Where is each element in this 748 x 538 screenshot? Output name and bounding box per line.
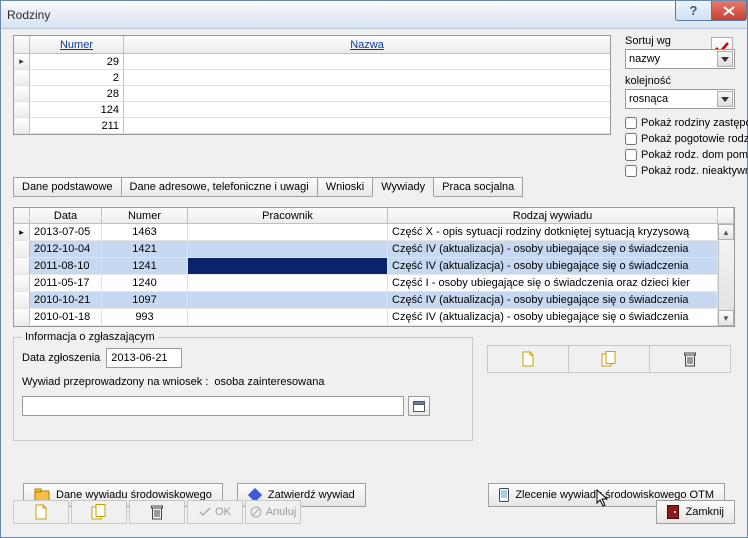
check-nieaktywne[interactable]: Pokaż rodz. nieaktywne xyxy=(625,163,735,179)
copy-icon xyxy=(91,504,107,520)
data-zgloszenia-label: Data zgłoszenia xyxy=(22,352,100,364)
zamknij-button[interactable]: Zamknij xyxy=(656,500,735,524)
table-row[interactable]: 2011-08-101241Część IV (aktualizacja) - … xyxy=(14,258,718,275)
tab-praca-socjalna[interactable]: Praca socjalna xyxy=(433,177,523,197)
table-row[interactable]: 2010-01-18993Część IV (aktualizacja) - o… xyxy=(14,309,718,326)
col-pracownik[interactable]: Pracownik xyxy=(188,208,388,223)
delete-record-button[interactable] xyxy=(650,346,730,372)
copy-record-button[interactable] xyxy=(569,346,650,372)
table-row[interactable]: 2012-10-041421Część IV (aktualizacja) - … xyxy=(14,241,718,258)
close-button[interactable] xyxy=(711,1,747,21)
cell-nazwa[interactable] xyxy=(124,54,610,69)
families-grid[interactable]: Numer Nazwa ▸29 2 28 124 211 xyxy=(13,35,611,135)
tab-wywiady[interactable]: Wywiady xyxy=(372,177,434,197)
window: Rodziny ? Numer Nazwa ▸29 2 28 124 211 S xyxy=(0,0,748,538)
col-nazwa[interactable]: Nazwa xyxy=(124,36,610,53)
cell-numer[interactable]: 29 xyxy=(30,54,124,69)
window-title: Rodziny xyxy=(7,8,50,22)
info-groupbox: Informacja o zgłaszającym Data zgłoszeni… xyxy=(13,337,473,441)
copy-icon xyxy=(601,351,617,367)
col-numer[interactable]: Numer xyxy=(30,36,124,53)
calendar-icon xyxy=(413,400,425,412)
check-icon xyxy=(199,507,211,517)
bottom-toolbar: OK Anuluj Zamknij xyxy=(13,497,735,527)
tab-wnioski[interactable]: Wnioski xyxy=(317,177,374,197)
data-zgloszenia-field[interactable]: 2013-06-21 xyxy=(106,348,182,368)
sort-panel: Sortuj wg nazwy kolejność rosnąca Pokaż … xyxy=(625,35,735,179)
table-row[interactable]: ▸2013-07-051463Część X - opis sytuacji r… xyxy=(14,224,718,241)
extra-field[interactable] xyxy=(22,396,404,416)
interviews-grid[interactable]: Data Numer Pracownik Rodzaj wywiadu ▸201… xyxy=(13,207,735,327)
door-icon xyxy=(667,505,679,519)
record-toolbar xyxy=(487,345,731,373)
check-zastepcze[interactable]: Pokaż rodziny zastępcze xyxy=(625,115,735,131)
scrollbar[interactable]: ▲ ▼ xyxy=(718,224,734,326)
new-button[interactable] xyxy=(13,500,69,524)
sort-label: Sortuj wg xyxy=(625,35,735,47)
scroll-up[interactable]: ▲ xyxy=(718,224,734,240)
wniosek-label: Wywiad przeprowadzony na wniosek : xyxy=(22,376,208,388)
sort-order-select[interactable]: rosnąca xyxy=(625,89,735,109)
new-file-icon xyxy=(34,504,48,520)
info-legend: Informacja o zgłaszającym xyxy=(22,331,158,343)
new-record-button[interactable] xyxy=(488,346,569,372)
tabbar: Dane podstawowe Dane adresowe, telefonic… xyxy=(13,177,522,197)
col-numer2[interactable]: Numer xyxy=(102,208,188,223)
check-dompomocy[interactable]: Pokaż rodz. dom pomocy xyxy=(625,147,735,163)
copy-button[interactable] xyxy=(71,500,127,524)
tab-dane-podstawowe[interactable]: Dane podstawowe xyxy=(13,177,122,197)
check-pogotowie[interactable]: Pokaż pogotowie rodzinne xyxy=(625,131,735,147)
help-button[interactable]: ? xyxy=(675,1,711,21)
calendar-button[interactable] xyxy=(408,396,430,416)
ok-button[interactable]: OK xyxy=(187,500,243,524)
row-marker-header xyxy=(14,36,30,53)
col-data[interactable]: Data xyxy=(30,208,102,223)
titlebar: Rodziny ? xyxy=(1,1,747,29)
trash-icon xyxy=(151,504,163,520)
col-rodzaj[interactable]: Rodzaj wywiadu xyxy=(388,208,718,223)
wniosek-value: osoba zainteresowana xyxy=(214,376,324,388)
row-marker: ▸ xyxy=(14,54,30,69)
cancel-icon xyxy=(250,506,262,518)
order-label: kolejność xyxy=(625,75,735,87)
sort-field-select[interactable]: nazwy xyxy=(625,49,735,69)
table-row[interactable]: 2011-05-171240Część I - osoby ubiegające… xyxy=(14,275,718,292)
new-file-icon xyxy=(521,351,535,367)
table-row[interactable]: 2010-10-211097Część IV (aktualizacja) - … xyxy=(14,292,718,309)
anuluj-button[interactable]: Anuluj xyxy=(245,500,301,524)
scroll-down[interactable]: ▼ xyxy=(718,310,734,326)
delete-button[interactable] xyxy=(129,500,185,524)
tab-dane-adresowe[interactable]: Dane adresowe, telefoniczne i uwagi xyxy=(121,177,318,197)
trash-icon xyxy=(684,351,696,367)
